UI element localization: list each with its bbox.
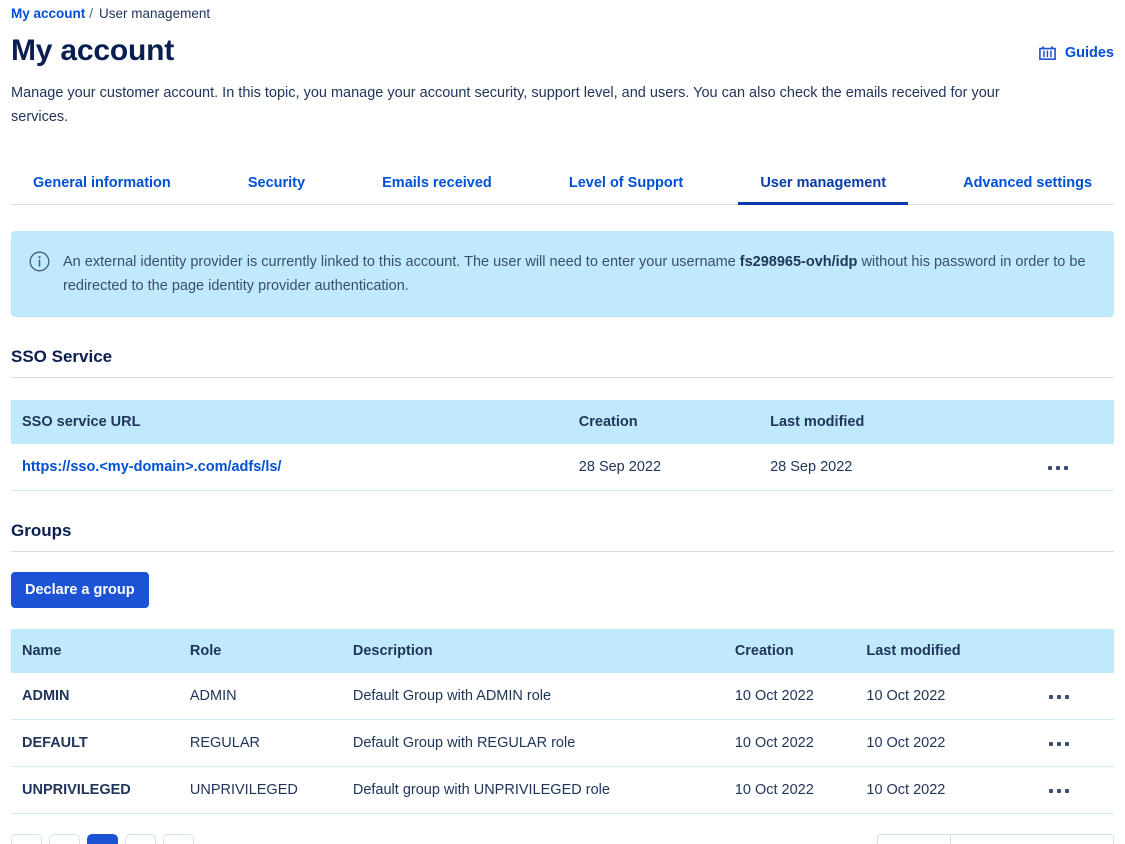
cell-group-creation: 10 Oct 2022 [734, 673, 867, 720]
page-title: My account [11, 34, 175, 67]
breadcrumb: My account / User management [11, 0, 1114, 26]
tab-security[interactable]: Security [226, 163, 327, 205]
cell-actions [1044, 673, 1114, 720]
tab-user-management[interactable]: User management [738, 163, 909, 205]
tab-spacer [514, 163, 547, 204]
info-circle-icon [29, 251, 50, 277]
kebab-menu-icon[interactable] [1045, 689, 1073, 705]
column-header-name: Name [11, 629, 190, 673]
page-size-select[interactable]: 10 25 50 100 300 [877, 834, 951, 844]
pagination-next-button[interactable]: › [125, 834, 156, 844]
breadcrumb-link-my-account[interactable]: My account [11, 6, 85, 21]
pagination-controls: 10 25 50 100 300 [877, 834, 1114, 844]
table-header-row: SSO service URL Creation Last modified [11, 400, 1114, 444]
banner-username: fs298965-ovh/idp [739, 254, 858, 270]
table-header-row: Name Role Description Creation Last modi… [11, 629, 1114, 673]
kebab-menu-icon[interactable] [1044, 460, 1072, 476]
cell-group-name: ADMIN [11, 673, 190, 720]
cell-group-description: Default group with UNPRIVILEGED role [352, 766, 735, 814]
kebab-menu-icon[interactable] [1045, 736, 1073, 752]
column-header-role: Role [189, 629, 353, 673]
pagination-last-button[interactable]: » [163, 834, 194, 844]
title-row: My account Guides [11, 33, 1114, 69]
guides-link[interactable]: Guides [1038, 45, 1114, 61]
cell-group-creation: 10 Oct 2022 [734, 766, 867, 814]
column-header-last-modified: Last modified [866, 629, 1045, 673]
cell-group-name: DEFAULT [11, 719, 190, 767]
page-root: My account / User management My account … [0, 0, 1125, 844]
groups-table: Name Role Description Creation Last modi… [11, 629, 1114, 814]
groups-section-heading: Groups [11, 521, 1114, 552]
sso-service-table: SSO service URL Creation Last modified h… [11, 400, 1114, 491]
cell-group-name: UNPRIVILEGED [11, 766, 190, 814]
cell-group-creation: 10 Oct 2022 [734, 719, 867, 767]
page-number-input[interactable] [951, 834, 1114, 844]
column-header-last-modified: Last modified [770, 400, 1045, 444]
cell-actions [1044, 719, 1114, 767]
cell-creation: 28 Sep 2022 [578, 444, 771, 491]
tab-general-information[interactable]: General information [11, 163, 193, 205]
book-icon [1038, 46, 1056, 61]
column-header-creation: Creation [734, 629, 867, 673]
identity-provider-info-banner: An external identity provider is current… [11, 231, 1114, 317]
table-row: UNPRIVILEGED UNPRIVILEGED Default group … [11, 766, 1114, 814]
declare-a-group-button[interactable]: Declare a group [11, 572, 149, 608]
column-header-description: Description [352, 629, 735, 673]
cell-sso-url: https://sso.<my-domain>.com/adfs/ls/ [11, 444, 579, 491]
tab-spacer [705, 163, 738, 204]
sso-url-link[interactable]: https://sso.<my-domain>.com/adfs/ls/ [22, 459, 281, 475]
pagination-previous-button[interactable]: ‹ [49, 834, 80, 844]
cell-group-last-modified: 10 Oct 2022 [866, 673, 1045, 720]
banner-text-before: An external identity provider is current… [63, 254, 740, 270]
pagination-page-1-button[interactable]: 1 [87, 834, 118, 844]
cell-group-role: UNPRIVILEGED [189, 766, 353, 814]
cell-group-description: Default Group with ADMIN role [352, 673, 735, 720]
tab-bar: General information Security Emails rece… [11, 163, 1114, 205]
cell-actions [1044, 444, 1114, 491]
cell-last-modified: 28 Sep 2022 [770, 444, 1045, 491]
breadcrumb-separator: / [89, 6, 94, 21]
pagination-first-button[interactable]: « [11, 834, 42, 844]
tab-level-of-support[interactable]: Level of Support [547, 163, 705, 205]
page-description: Manage your customer account. In this to… [11, 85, 1000, 125]
cell-group-last-modified: 10 Oct 2022 [866, 766, 1045, 814]
table-row: DEFAULT REGULAR Default Group with REGUL… [11, 719, 1114, 767]
cell-group-role: ADMIN [189, 673, 353, 720]
breadcrumb-current: User management [99, 6, 211, 21]
tab-spacer [193, 163, 226, 204]
tab-spacer [327, 163, 360, 204]
pagination-bar: « ‹ 1 › » 10 25 50 100 300 [11, 834, 1114, 844]
column-header-actions [1044, 400, 1114, 444]
table-row: https://sso.<my-domain>.com/adfs/ls/ 28 … [11, 444, 1114, 491]
cell-group-description: Default Group with REGULAR role [352, 719, 735, 767]
tab-emails-received[interactable]: Emails received [360, 163, 514, 205]
column-header-sso-url: SSO service URL [11, 400, 579, 444]
column-header-actions [1044, 629, 1114, 673]
cell-group-role: REGULAR [189, 719, 353, 767]
cell-actions [1044, 766, 1114, 814]
banner-message: An external identity provider is current… [63, 250, 1094, 298]
tab-advanced-settings[interactable]: Advanced settings [941, 163, 1114, 205]
sso-section-heading: SSO Service [11, 347, 1114, 378]
guides-label: Guides [1064, 45, 1114, 61]
kebab-menu-icon[interactable] [1045, 783, 1073, 799]
page-navigation: « ‹ 1 › » [11, 834, 194, 844]
column-header-creation: Creation [578, 400, 771, 444]
tab-spacer [908, 163, 941, 204]
table-row: ADMIN ADMIN Default Group with ADMIN rol… [11, 673, 1114, 720]
cell-group-last-modified: 10 Oct 2022 [866, 719, 1045, 767]
